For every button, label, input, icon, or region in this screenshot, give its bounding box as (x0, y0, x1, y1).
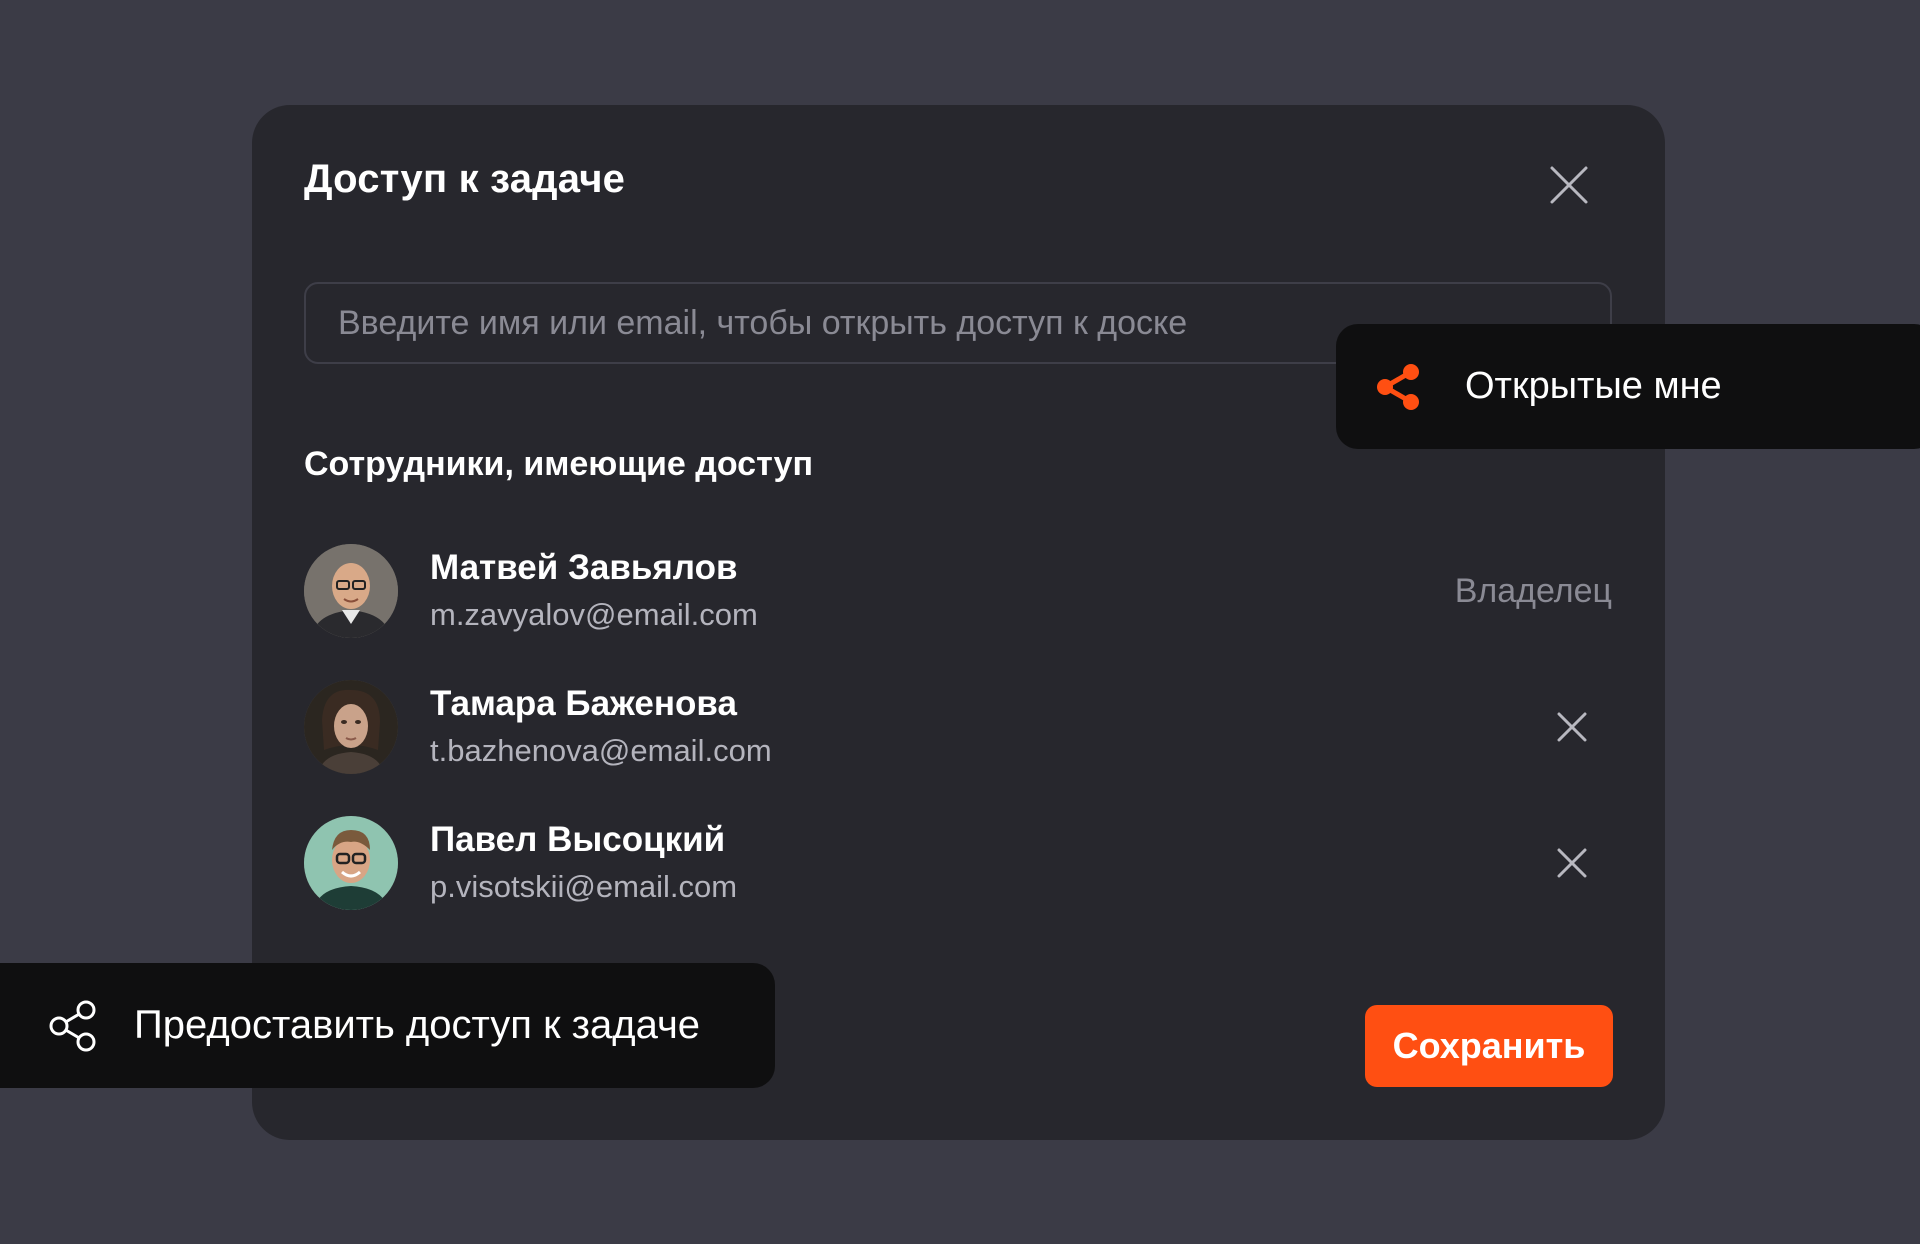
user-row: Павел Высоцкий p.visotskii@email.com (304, 815, 1612, 911)
share-icon (1377, 363, 1419, 410)
share-icon (49, 1000, 96, 1051)
avatar (304, 680, 398, 774)
user-row: Тамара Баженова t.bazhenova@email.com (304, 679, 1612, 775)
close-icon (1557, 848, 1587, 878)
user-info: Тамара Баженова t.bazhenova@email.com (430, 682, 772, 772)
save-button[interactable]: Сохранить (1365, 1005, 1613, 1087)
user-row: Матвей Завьялов m.zavyalov@email.com Вла… (304, 543, 1612, 639)
grant-access-badge[interactable]: Предоставить доступ к задаче (0, 963, 775, 1088)
shared-with-me-badge[interactable]: Открытые мне (1336, 324, 1920, 449)
owner-role-label: Владелец (1454, 571, 1612, 610)
close-icon (1550, 166, 1588, 204)
avatar (304, 544, 398, 638)
section-title: Сотрудники, имеющие доступ (304, 445, 814, 483)
close-dialog-button[interactable] (1547, 163, 1591, 207)
user-email: p.visotskii@email.com (430, 869, 738, 904)
user-name: Тамара Баженова (430, 684, 737, 723)
close-icon (1557, 712, 1587, 742)
user-info: Матвей Завьялов m.zavyalov@email.com (430, 546, 758, 636)
avatar (304, 816, 398, 910)
shared-with-me-label: Открытые мне (1465, 365, 1722, 407)
user-name: Павел Высоцкий (430, 820, 726, 859)
user-email: m.zavyalov@email.com (430, 597, 758, 632)
dialog-title: Доступ к задаче (304, 157, 626, 201)
user-name: Матвей Завьялов (430, 548, 738, 587)
remove-user-button[interactable] (1552, 707, 1592, 747)
user-email: t.bazhenova@email.com (430, 733, 772, 768)
user-info: Павел Высоцкий p.visotskii@email.com (430, 818, 737, 908)
grant-access-label: Предоставить доступ к задаче (134, 1003, 701, 1047)
remove-user-button[interactable] (1552, 843, 1592, 883)
